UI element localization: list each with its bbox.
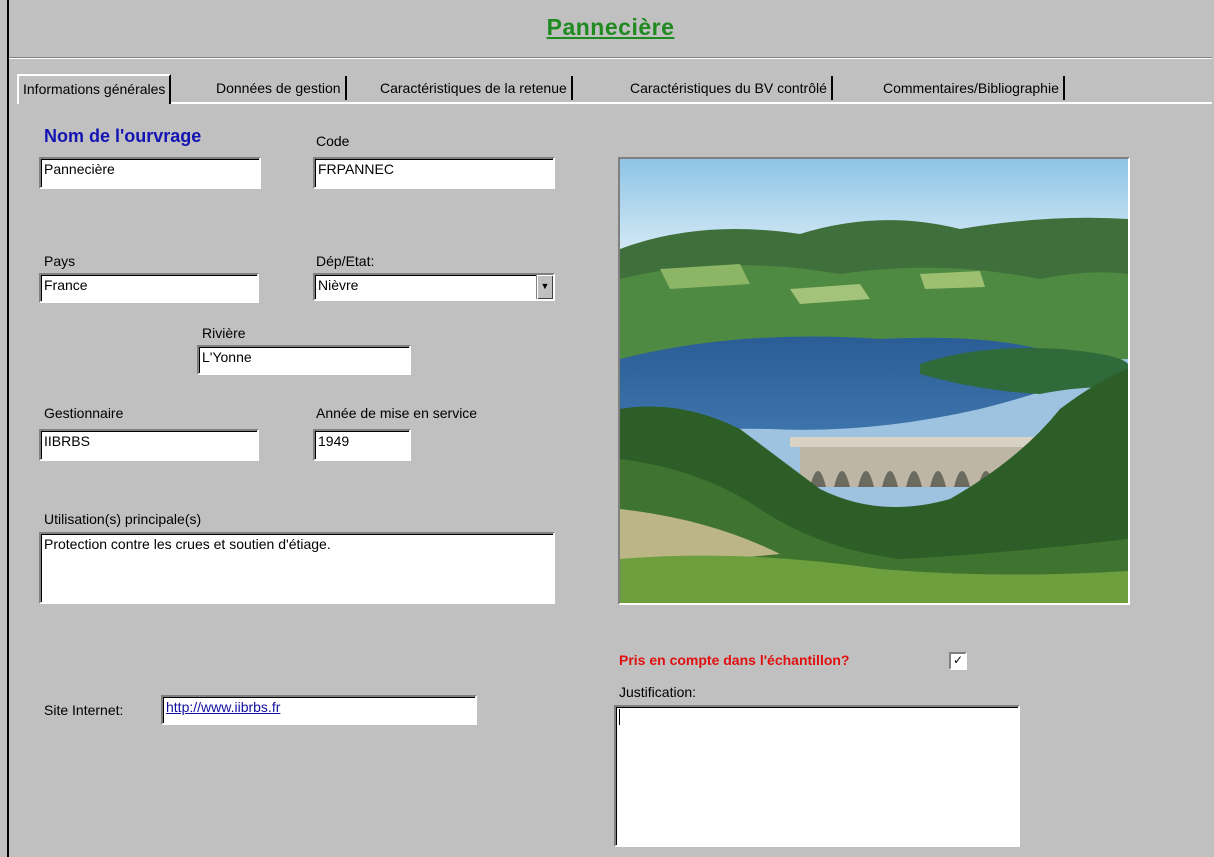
nom-field[interactable]: Pannecière <box>39 157 261 189</box>
site-field[interactable]: http://www.iibrbs.fr <box>161 695 477 725</box>
code-label: Code <box>316 133 350 149</box>
pays-field[interactable]: France <box>39 273 259 303</box>
code-field[interactable]: FRPANNEC <box>313 157 555 189</box>
site-label: Site Internet: <box>44 702 124 718</box>
riviere-label: Rivière <box>202 325 246 341</box>
justification-textarea[interactable] <box>614 705 1020 847</box>
dam-photo-icon <box>620 159 1128 603</box>
tab-caracteristiques-retenue[interactable]: Caractéristiques de la retenue <box>376 76 573 100</box>
chevron-down-icon[interactable]: ▼ <box>536 275 553 299</box>
utilisation-textarea[interactable]: Protection contre les crues et soutien d… <box>39 532 555 604</box>
dep-select[interactable]: Nièvre ▼ <box>313 273 555 301</box>
dep-label: Dép/Etat: <box>316 253 375 269</box>
gestionnaire-field[interactable]: IIBRBS <box>39 429 259 461</box>
pays-label: Pays <box>44 253 76 269</box>
tab-donnees-de-gestion[interactable]: Données de gestion <box>212 76 347 100</box>
dep-select-value: Nièvre <box>318 277 359 293</box>
nom-label: Nom de l'ourvrage <box>44 126 202 146</box>
title-divider <box>9 57 1212 59</box>
riviere-field[interactable]: L'Yonne <box>197 345 411 375</box>
tab-informations-generales[interactable]: Informations générales <box>17 74 172 104</box>
pris-en-compte-checkbox[interactable]: ✓ <box>949 652 967 670</box>
utilisation-label: Utilisation(s) principale(s) <box>44 511 202 527</box>
text-cursor <box>619 709 620 725</box>
pris-en-compte-label: Pris en compte dans l'échantillon? <box>619 652 850 668</box>
tab-divider <box>17 102 1212 104</box>
dam-photo <box>618 157 1130 605</box>
checkmark-icon: ✓ <box>952 653 964 667</box>
annee-field[interactable]: 1949 <box>313 429 411 461</box>
annee-label: Année de mise en service <box>316 405 478 421</box>
justification-label: Justification: <box>619 684 697 700</box>
form-window: Pannecière Informations générales Donnée… <box>7 0 1212 857</box>
tab-caracteristiques-bv[interactable]: Caractéristiques du BV contrôlé <box>626 76 833 100</box>
page-title: Pannecière <box>546 14 675 40</box>
gestionnaire-label: Gestionnaire <box>44 405 124 421</box>
tab-commentaires[interactable]: Commentaires/Bibliographie <box>879 76 1065 100</box>
site-link[interactable]: http://www.iibrbs.fr <box>166 699 280 715</box>
